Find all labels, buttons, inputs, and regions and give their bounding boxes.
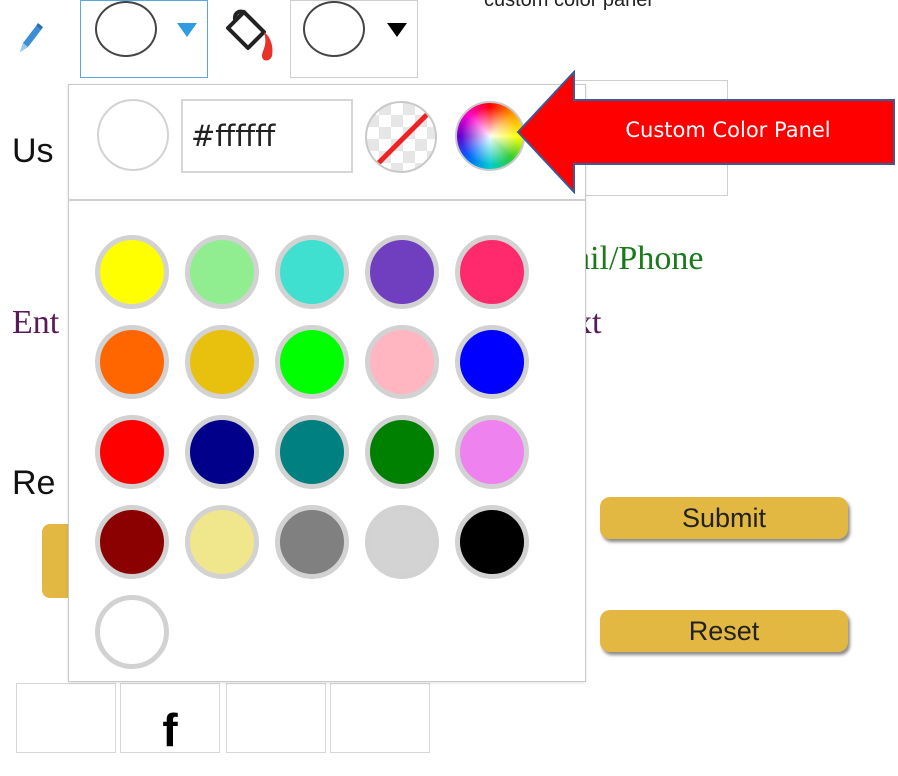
top-caption: custom color panel <box>484 0 652 11</box>
submit-button[interactable]: Submit <box>600 497 848 539</box>
color-swatch[interactable] <box>275 325 349 399</box>
color-swatch[interactable] <box>275 415 349 489</box>
color-swatch[interactable] <box>95 415 169 489</box>
fill-color-swatch <box>303 1 365 57</box>
color-panel <box>68 84 586 682</box>
color-swatch[interactable] <box>95 235 169 309</box>
color-swatch[interactable] <box>275 505 349 579</box>
no-color-icon[interactable] <box>365 101 437 173</box>
color-swatch[interactable] <box>365 505 439 579</box>
border-color-swatch <box>95 1 157 57</box>
color-swatch[interactable] <box>185 325 259 399</box>
border-color-dropdown[interactable] <box>80 0 208 78</box>
color-swatch[interactable] <box>185 505 259 579</box>
grid-cell[interactable] <box>330 683 430 753</box>
color-swatch[interactable] <box>185 235 259 309</box>
chevron-down-icon <box>177 23 197 37</box>
grid-cell[interactable]: f <box>120 683 220 756</box>
annotation-label: Custom Color Panel <box>625 118 831 142</box>
color-swatch[interactable] <box>455 235 529 309</box>
color-swatch[interactable] <box>365 415 439 489</box>
reset-button[interactable]: Reset <box>600 610 848 652</box>
grid-cell[interactable] <box>16 683 116 753</box>
color-swatch[interactable] <box>455 325 529 399</box>
color-swatch[interactable] <box>95 505 169 579</box>
email-phone-label: ail/Phone <box>575 240 704 277</box>
fill-color-dropdown[interactable] <box>290 0 418 78</box>
color-swatch[interactable] <box>365 325 439 399</box>
user-label: Us <box>12 132 54 170</box>
color-swatch[interactable] <box>275 235 349 309</box>
color-swatch[interactable] <box>95 595 169 669</box>
hex-color-input[interactable] <box>181 99 353 173</box>
enter-label: Ent <box>12 304 60 341</box>
color-wheel-icon[interactable] <box>455 101 525 171</box>
paint-bucket-icon[interactable] <box>218 6 280 66</box>
current-color-swatch <box>97 99 169 171</box>
color-swatch[interactable] <box>455 505 529 579</box>
pencil-icon[interactable] <box>14 18 44 58</box>
color-swatch[interactable] <box>455 415 529 489</box>
color-swatch[interactable] <box>95 325 169 399</box>
color-swatch[interactable] <box>185 415 259 489</box>
chevron-down-icon <box>387 23 407 37</box>
panel-divider <box>69 199 585 201</box>
result-label: Re <box>12 464 56 502</box>
grid-cell[interactable] <box>226 683 326 753</box>
color-swatch[interactable] <box>365 235 439 309</box>
